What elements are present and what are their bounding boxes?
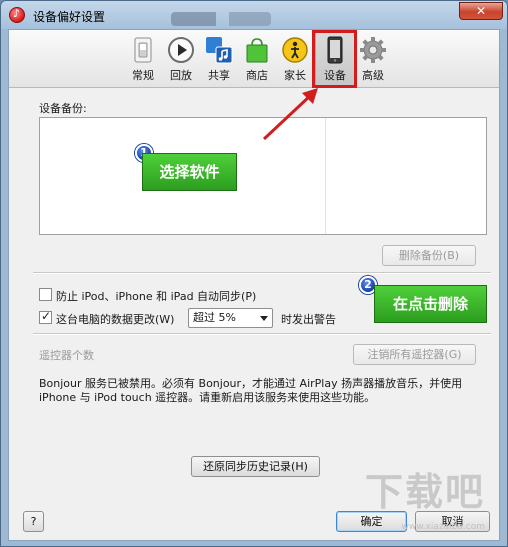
preferences-window: 设备偏好设置 ✕ 常规 回放	[0, 0, 508, 547]
delete-backup-button[interactable]: 删除备份(B)	[382, 245, 476, 266]
preferences-toolbar: 常规 回放 共享 商店 家长 设备 高级	[9, 30, 499, 88]
close-button[interactable]: ✕	[459, 2, 503, 20]
window-title: 设备偏好设置	[33, 10, 106, 24]
tab-general[interactable]: 常规	[123, 36, 163, 86]
parental-icon	[282, 37, 308, 63]
tab-playback-label: 回放	[170, 69, 192, 82]
general-switch-icon	[134, 37, 152, 63]
highlight-box	[312, 30, 357, 88]
step1-callout: 选择软件	[142, 153, 237, 191]
threshold-dropdown[interactable]: 超过 5%	[188, 308, 273, 328]
bonjour-notice-line2: iPhone 与 iPod touch 遥控器。请重新启用该服务来使用这些功能。	[39, 391, 376, 404]
data-change-warning-checkbox[interactable]	[39, 309, 52, 324]
itunes-icon	[9, 7, 25, 23]
pointer-arrow-icon	[262, 88, 318, 141]
chevron-down-icon	[260, 316, 268, 321]
unregister-remotes-button[interactable]: 注销所有遥控器(G)	[353, 344, 476, 365]
threshold-value: 超过 5%	[193, 311, 236, 324]
separator	[33, 333, 491, 335]
prevent-sync-label: 防止 iPod、iPhone 和 iPad 自动同步(P)	[56, 290, 257, 303]
tab-sharing[interactable]: 共享	[199, 36, 239, 86]
separator	[33, 272, 491, 274]
help-button[interactable]: ?	[23, 511, 44, 532]
tab-parental[interactable]: 家长	[275, 36, 315, 86]
background-window-blur	[171, 12, 271, 26]
playback-icon	[168, 37, 194, 63]
tab-general-label: 常规	[132, 69, 154, 82]
tab-playback[interactable]: 回放	[161, 36, 201, 86]
store-bag-icon	[246, 38, 268, 63]
remote-section-label: 遥控器个数	[39, 349, 94, 362]
sharing-icon	[206, 37, 233, 64]
backup-section-label: 设备备份:	[39, 102, 87, 115]
tab-parental-label: 家长	[284, 69, 306, 82]
title-bar[interactable]: 设备偏好设置 ✕	[1, 1, 507, 29]
tab-store[interactable]: 商店	[237, 36, 277, 86]
step2-callout: 在点击删除	[374, 285, 487, 323]
tab-sharing-label: 共享	[208, 69, 230, 82]
gear-icon	[360, 37, 386, 63]
watermark-url: www.xiazaiba.com	[401, 522, 485, 532]
prevent-sync-checkbox[interactable]	[39, 288, 52, 301]
watermark-logo: 下载吧	[364, 470, 485, 514]
tab-advanced[interactable]: 高级	[353, 36, 393, 86]
data-change-label: 这台电脑的数据更改(W)	[56, 313, 175, 326]
warning-suffix-label: 时发出警告	[281, 313, 336, 326]
tab-store-label: 商店	[246, 69, 268, 82]
tab-advanced-label: 高级	[362, 69, 384, 82]
reset-sync-history-button[interactable]: 还原同步历史记录(H)	[191, 456, 320, 477]
